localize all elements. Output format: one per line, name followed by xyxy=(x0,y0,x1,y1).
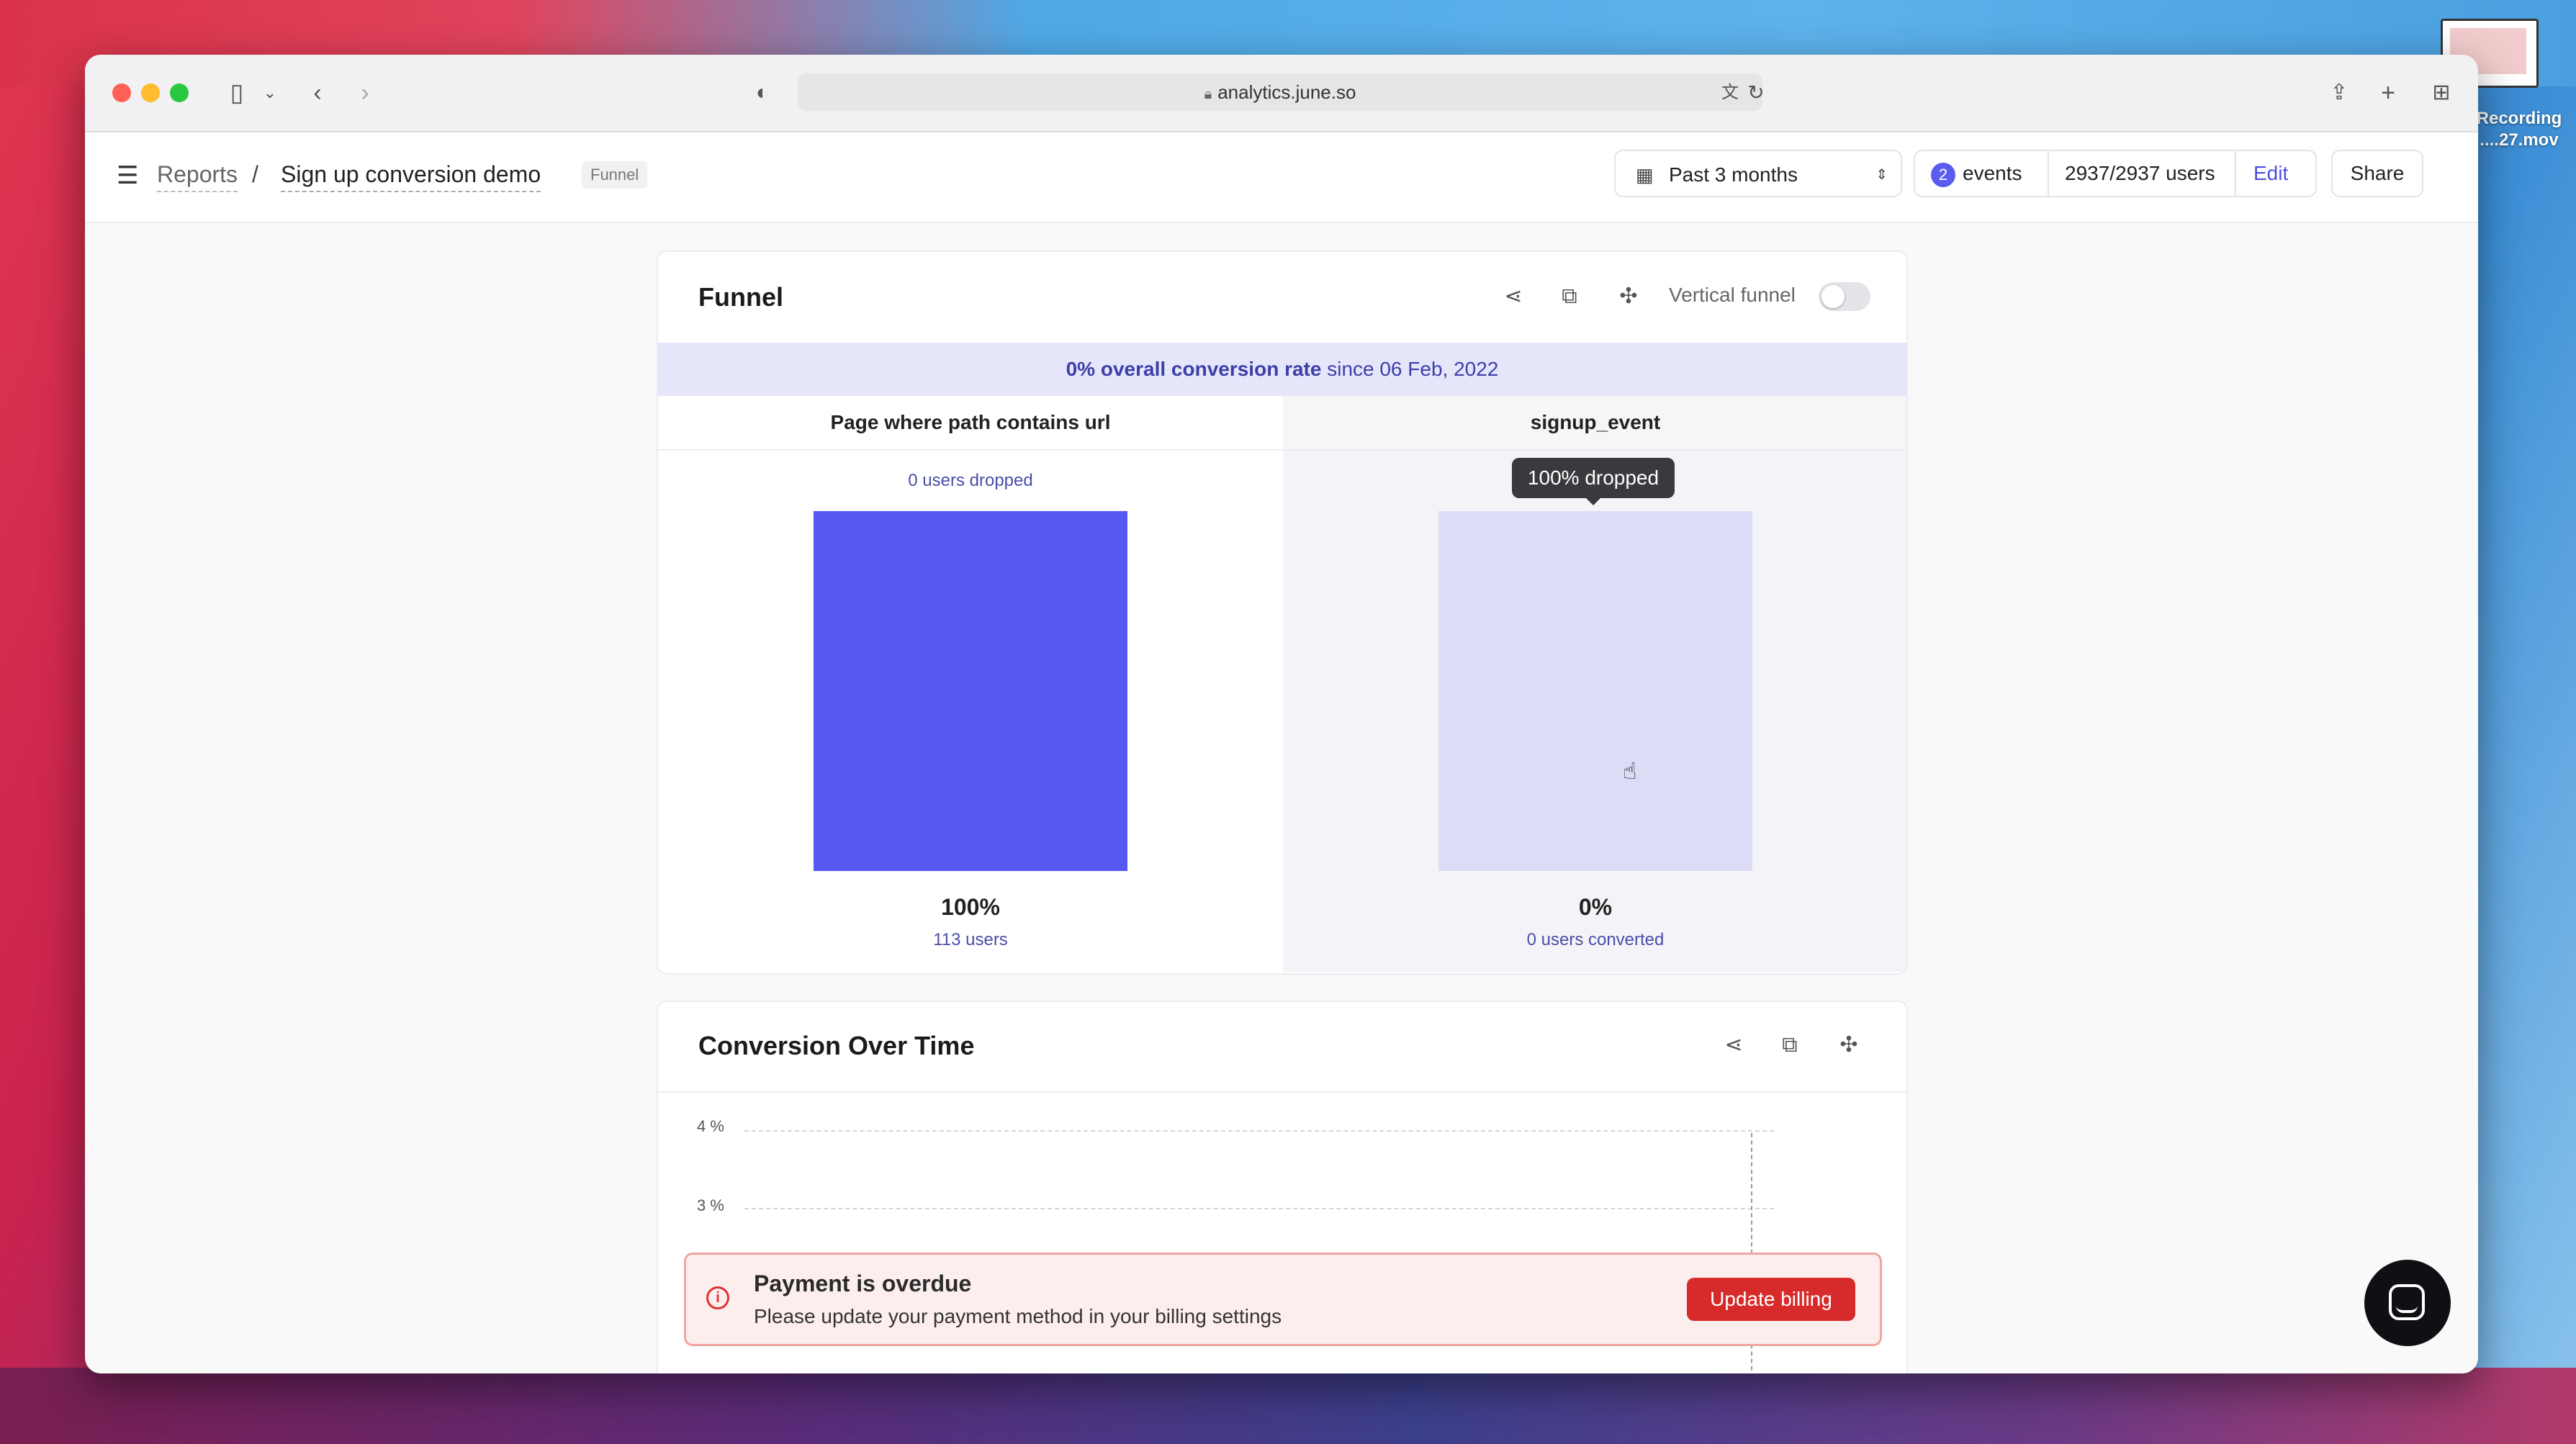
reload-icon[interactable]: ↻ xyxy=(1738,75,1774,111)
breadcrumb-separator: / xyxy=(252,161,258,187)
users-dropped: 0 users dropped xyxy=(908,471,1033,490)
funnel-bar-dropped[interactable] xyxy=(1438,511,1752,871)
chevron-down-icon[interactable]: ⌄ xyxy=(252,75,288,111)
zoom-window-button[interactable] xyxy=(170,84,189,102)
menu-icon[interactable]: ☰ xyxy=(117,161,138,190)
report-title[interactable]: Sign up conversion demo xyxy=(281,161,541,192)
funnel-card: Funnel ⋖ ⧉ ✣ Vertical funnel 0% overall … xyxy=(657,251,1908,975)
payment-overdue-alert: i Payment is overdue Please update your … xyxy=(684,1253,1882,1346)
sidebar-toggle-icon[interactable]: ▯ xyxy=(219,75,255,111)
address-bar[interactable]: 🔒︎ analytics.june.so xyxy=(798,73,1762,111)
close-window-button[interactable] xyxy=(112,84,131,102)
share-button[interactable]: Share xyxy=(2331,150,2423,197)
report-type-badge: Funnel xyxy=(582,161,648,189)
info-icon: i xyxy=(706,1286,729,1309)
conversion-title: Conversion Over Time xyxy=(698,1031,975,1060)
events-count-badge: 2 xyxy=(1931,163,1955,187)
toggle-knob xyxy=(1821,285,1845,308)
date-range-value: Past 3 months xyxy=(1669,163,1798,186)
pointer-cursor-icon: ☝︎ xyxy=(1623,758,1637,784)
y-tick-label: 4 % xyxy=(697,1117,724,1135)
app-header: ☰ Reports / Sign up conversion demo Funn… xyxy=(85,132,2478,223)
new-tab-icon[interactable]: + xyxy=(2370,75,2406,111)
share-icon[interactable]: ⋖ xyxy=(1498,281,1529,312)
copy-icon[interactable]: ⧉ xyxy=(1554,281,1585,312)
users-count: 2937/2937 users xyxy=(2065,162,2215,184)
calendar-icon: ▦ xyxy=(1636,164,1654,186)
step-name: Page where path contains url xyxy=(658,396,1283,451)
step-users: 0 users converted xyxy=(1526,930,1665,949)
minimize-window-button[interactable] xyxy=(141,84,160,102)
vertical-funnel-label: Vertical funnel xyxy=(1669,284,1796,306)
desktop-wallpaper-bottom xyxy=(0,1368,2576,1444)
y-tick-label: 3 % xyxy=(697,1196,724,1214)
conversion-since: since 06 Feb, 2022 xyxy=(1327,358,1499,380)
funnel-step: Page where path contains url 0 users dro… xyxy=(658,396,1283,972)
address-url: analytics.june.so xyxy=(1217,81,1356,103)
step-percent: 100% xyxy=(941,894,1000,920)
date-range-select[interactable]: ▦ Past 3 months ⇕ xyxy=(1614,150,1902,197)
divider xyxy=(2235,151,2236,196)
alert-message: Please update your payment method in you… xyxy=(754,1305,1282,1327)
overall-conversion-rate: 0% overall conversion rate xyxy=(1066,358,1322,380)
copy-icon[interactable]: ⧉ xyxy=(1774,1029,1806,1061)
desktop-file-label: Recording ....27.mov xyxy=(2476,109,2562,150)
bar-track xyxy=(814,511,1127,871)
conversion-rate-banner: 0% overall conversion rate since 06 Feb,… xyxy=(658,343,1906,396)
browser-titlebar: ▯ ⌄ ‹ › ◐ 🔒︎ analytics.june.so 文 ↻ ⇪ + ⊞ xyxy=(85,55,2478,132)
chat-icon xyxy=(2389,1284,2425,1320)
alert-title: Payment is overdue xyxy=(754,1271,972,1296)
breadcrumb-reports[interactable]: Reports xyxy=(157,161,238,192)
step-percent: 0% xyxy=(1578,894,1613,920)
funnel-bar[interactable] xyxy=(814,511,1127,871)
share-sheet-icon[interactable]: ⇪ xyxy=(2321,75,2357,111)
browser-window: ▯ ⌄ ‹ › ◐ 🔒︎ analytics.june.so 文 ↻ ⇪ + ⊞ … xyxy=(85,55,2478,1373)
tab-overview-icon[interactable]: ⊞ xyxy=(2423,75,2459,111)
grid-line xyxy=(744,1130,1774,1132)
slack-icon[interactable]: ✣ xyxy=(1833,1029,1865,1061)
forward-arrow-icon[interactable]: › xyxy=(347,75,383,111)
dropped-tooltip: 100% dropped xyxy=(1512,458,1675,505)
select-caret-icon: ⇕ xyxy=(1875,167,1888,183)
step-users: 113 users xyxy=(933,930,1008,949)
update-billing-button[interactable]: Update billing xyxy=(1687,1278,1855,1321)
edit-button[interactable]: Edit xyxy=(2253,151,2288,196)
divider xyxy=(2048,151,2049,196)
lock-icon: 🔒︎ xyxy=(1204,86,1212,102)
report-stats: 2 events 2937/2937 users Edit xyxy=(1914,150,2317,197)
step-name: signup_event xyxy=(1283,396,1906,451)
events-label: events xyxy=(1963,162,2022,184)
chat-launcher-button[interactable] xyxy=(2364,1260,2451,1346)
vertical-funnel-toggle[interactable] xyxy=(1819,282,1870,311)
privacy-shield-icon[interactable]: ◐ xyxy=(744,75,780,111)
bar-track xyxy=(1438,511,1752,871)
funnel-step: signup_event 100% dropped 0% 0 users con… xyxy=(1283,396,1906,972)
grid-line xyxy=(744,1208,1774,1209)
funnel-title: Funnel xyxy=(698,282,783,312)
slack-icon[interactable]: ✣ xyxy=(1613,281,1644,312)
back-arrow-icon[interactable]: ‹ xyxy=(300,75,335,111)
share-icon[interactable]: ⋖ xyxy=(1718,1029,1749,1061)
